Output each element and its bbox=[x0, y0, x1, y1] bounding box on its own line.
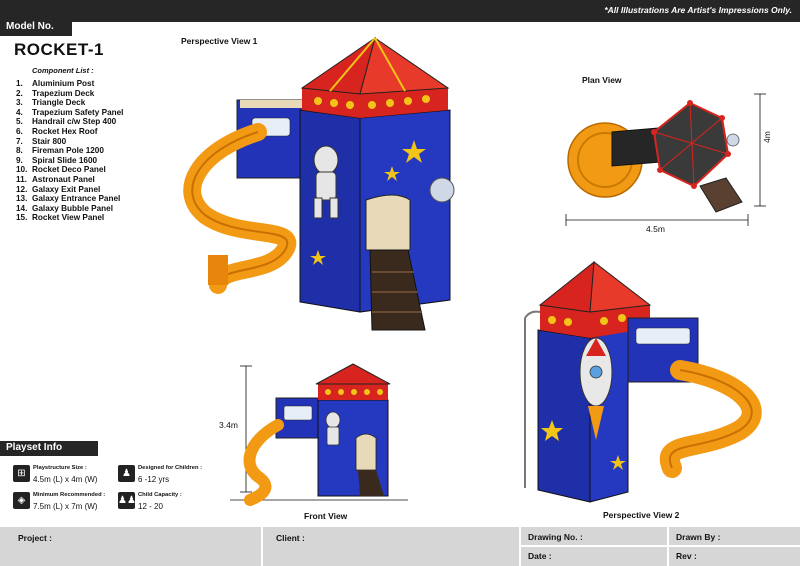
structure-size-icon: ⊞ bbox=[13, 465, 30, 482]
drawn-by-field: Drawn By : bbox=[676, 532, 721, 542]
project-field: Project : bbox=[18, 533, 53, 543]
client-field: Client : bbox=[276, 533, 305, 543]
date-field: Date : bbox=[528, 551, 552, 561]
title-block: Project : Client : Drawing No. : Drawn B… bbox=[0, 527, 800, 566]
divider bbox=[261, 527, 263, 566]
playset-info-heading: Playset Info bbox=[0, 441, 98, 456]
drawing-no-field: Drawing No. : bbox=[528, 532, 583, 542]
rev-field: Rev : bbox=[676, 551, 697, 561]
child-icon: ♟ bbox=[118, 465, 135, 482]
minimum-area-icon: ◈ bbox=[13, 492, 30, 509]
group-icon: ♟♟ bbox=[118, 492, 136, 509]
divider bbox=[519, 545, 800, 547]
